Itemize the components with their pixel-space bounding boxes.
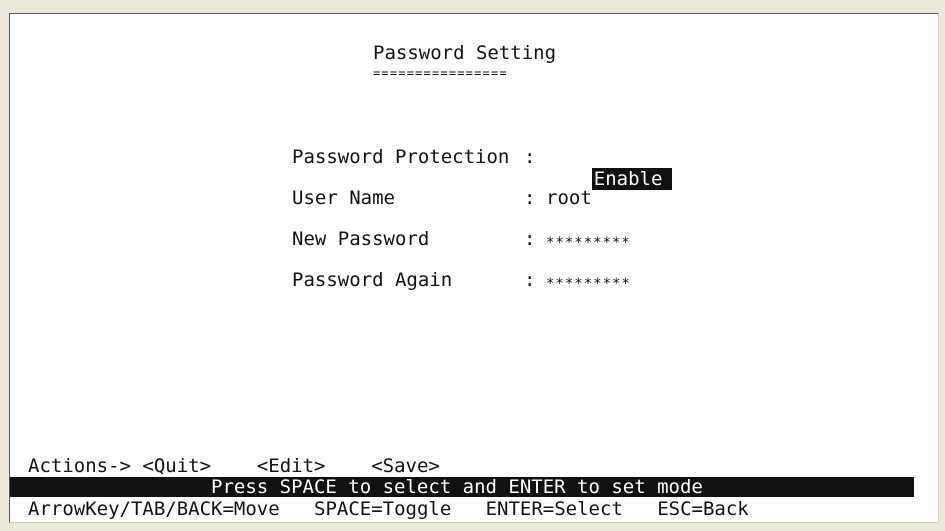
password-again-masked-value: ********* [546,276,631,292]
page-title: Password Setting [373,42,557,64]
edit-button[interactable]: <Edit> [257,455,326,477]
save-button[interactable]: <Save> [371,455,440,477]
hint-bar: Press SPACE to select and ENTER to set m… [10,476,914,498]
password-again-label: Password Again [292,269,453,291]
user-name-field[interactable]: root [546,187,592,209]
new-password-field[interactable]: ********* [546,228,631,251]
key-legend: ArrowKey/TAB/BACK=Move SPACE=Toggle ENTE… [28,498,749,520]
quit-button[interactable]: <Quit> [142,455,211,477]
key-toggle: SPACE=Toggle [314,498,452,520]
user-name-separator: : [524,187,536,209]
hint-text: Press SPACE to select and ENTER to set m… [211,476,703,498]
password-protection-label: Password Protection [292,146,510,168]
password-protection-separator: : [524,146,536,168]
new-password-label: New Password [292,228,430,250]
password-again-field[interactable]: ********* [546,269,631,292]
key-select: ENTER=Select [485,498,623,520]
key-back: ESC=Back [657,498,749,520]
key-move: ArrowKey/TAB/BACK=Move [28,498,280,520]
password-again-separator: : [524,269,536,291]
title-underline: ================ [373,66,508,80]
actions-bar: Actions-> <Quit> <Edit> <Save> [28,455,440,477]
user-name-label: User Name [292,187,395,209]
terminal-window: Password Setting ================ Passwo… [9,13,939,523]
actions-prefix: Actions-> [28,455,131,477]
new-password-masked-value: ********* [546,235,631,251]
new-password-separator: : [524,228,536,250]
password-protection-value[interactable]: Enable [591,168,673,190]
